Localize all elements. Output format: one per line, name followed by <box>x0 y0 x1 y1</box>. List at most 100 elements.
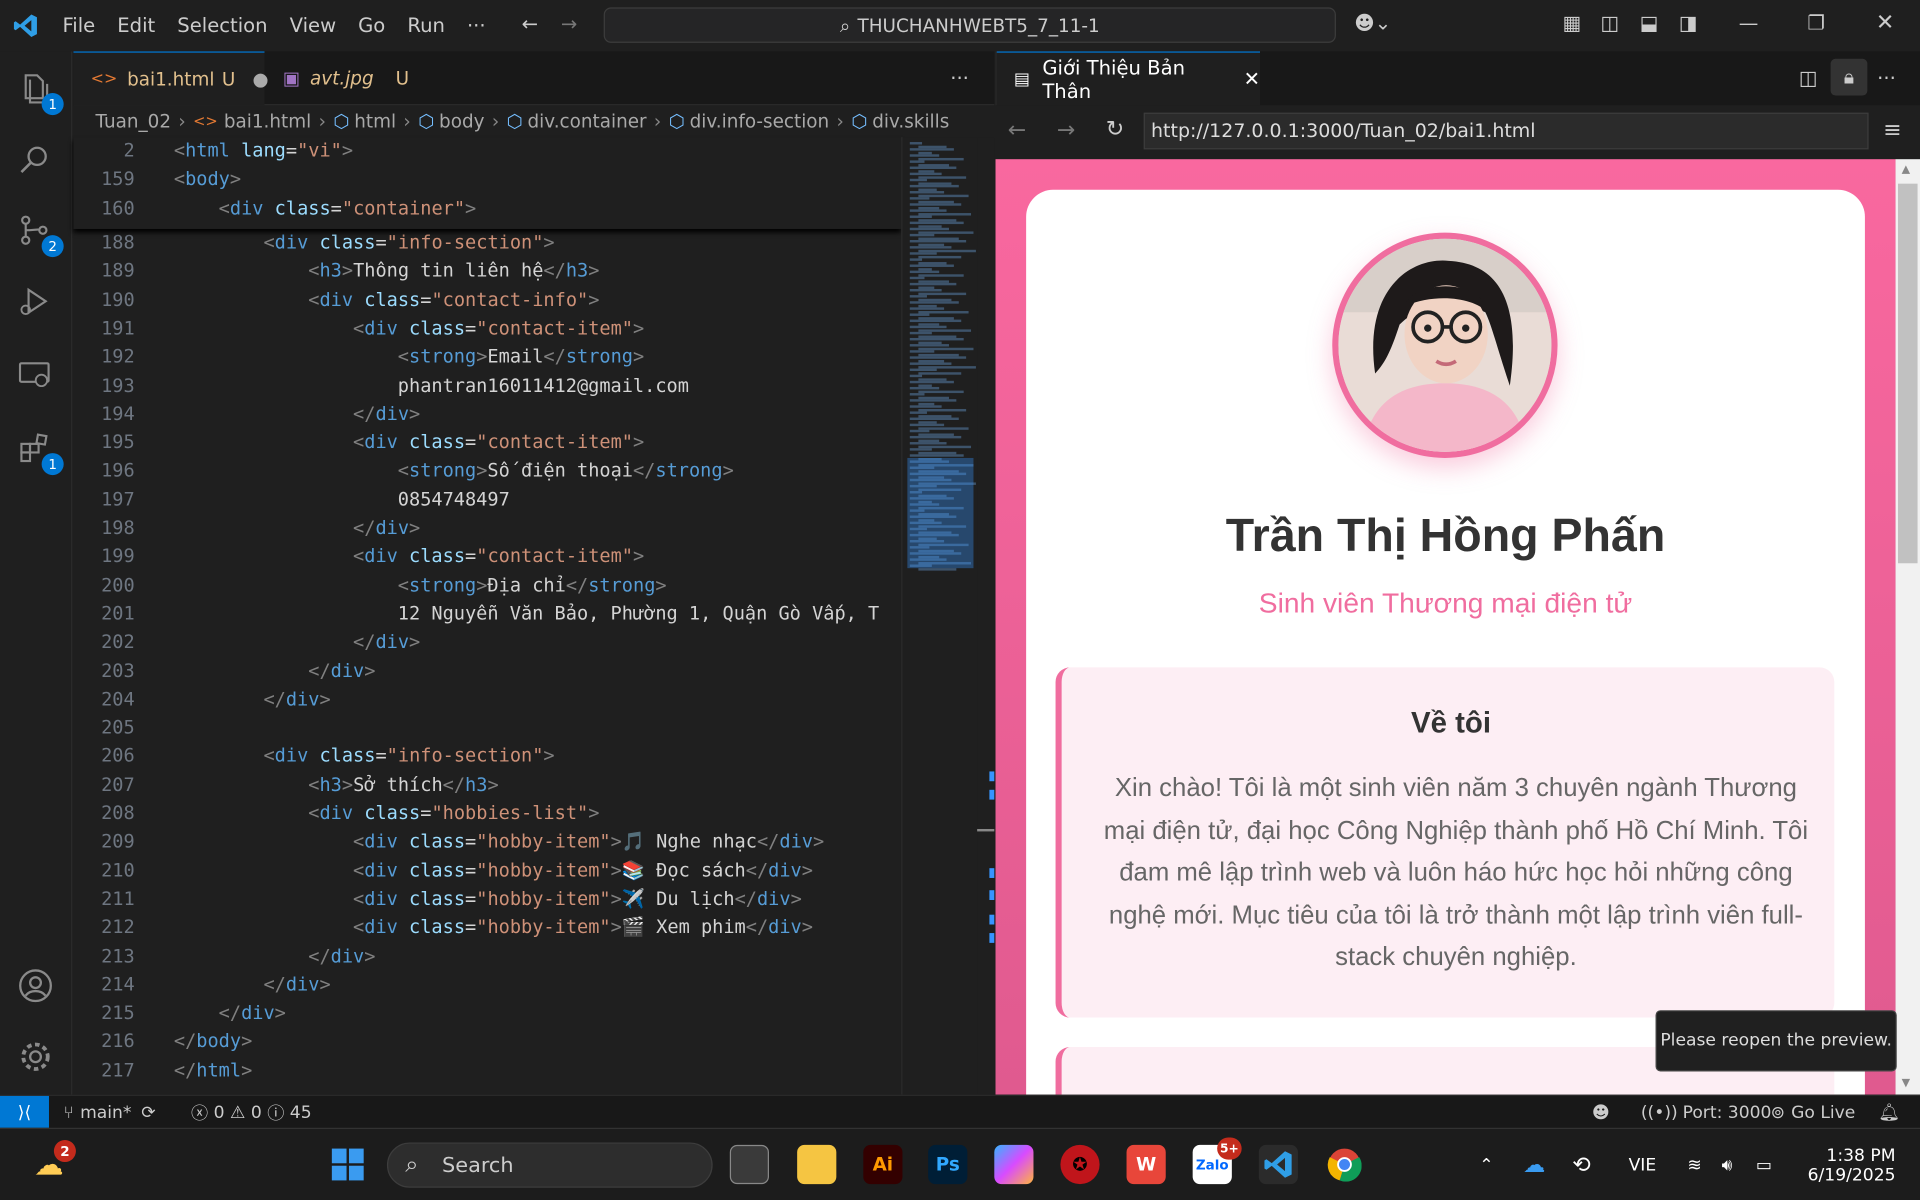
menu-go[interactable]: Go <box>347 0 396 51</box>
back-arrow-icon[interactable]: ← <box>1008 118 1026 144</box>
wps-office-icon[interactable]: W <box>1126 1144 1166 1185</box>
problems-indicator[interactable]: ⓧ 0 ⚠ 0 ⓘ 45 <box>191 1096 312 1129</box>
code-line[interactable]: 191 <div class="contact-item"> <box>73 315 901 343</box>
copilot-app-icon[interactable] <box>994 1144 1034 1185</box>
breadcrumb-item[interactable]: body <box>439 110 484 132</box>
source-control-icon[interactable]: 2 <box>17 213 64 258</box>
code-line[interactable]: 217 </html> <box>73 1056 901 1084</box>
photoshop-icon[interactable]: Ps <box>928 1144 968 1185</box>
menu-run[interactable]: Run <box>396 0 456 51</box>
code-line[interactable]: 189 <h3>Thông tin liên hệ</h3> <box>73 258 901 286</box>
menu-view[interactable]: View <box>279 0 348 51</box>
menu-file[interactable]: File <box>51 0 106 51</box>
taskbar-search[interactable]: ⌕ Search <box>386 1142 713 1188</box>
close-tab-icon[interactable]: ✕ <box>1244 67 1260 90</box>
more-actions-icon[interactable]: ··· <box>1877 66 1896 89</box>
illustrator-icon[interactable]: Ai <box>863 1144 903 1185</box>
tab-avt-jpg[interactable]: ▣ avt.jpg U <box>266 51 450 105</box>
forward-arrow-icon[interactable]: → <box>1057 118 1075 144</box>
code-line[interactable]: 214 </div> <box>73 971 901 999</box>
code-line[interactable]: 216 </body> <box>73 1028 901 1056</box>
remote-explorer-icon[interactable] <box>17 358 56 397</box>
accounts-icon[interactable] <box>17 967 56 1006</box>
settings-gear-icon[interactable] <box>17 1038 56 1077</box>
menu-edit[interactable]: Edit <box>106 0 166 51</box>
remote-indicator-icon[interactable]: ⟩⟨ <box>0 1095 49 1129</box>
preview-scrollbar[interactable]: ▲ ▼ <box>1895 159 1920 1095</box>
code-line[interactable]: 209 <div class="hobby-item">🎵 Nghe nhạc<… <box>73 828 901 856</box>
split-editor-icon[interactable]: ◫ <box>1799 66 1818 89</box>
code-line[interactable]: 212 <div class="hobby-item">🎬 Xem phim</… <box>73 914 901 942</box>
weather-icon[interactable]: ☁ 2 <box>29 1140 76 1184</box>
code-line[interactable]: 202 </div> <box>73 628 901 656</box>
code-line[interactable]: 204 </div> <box>73 685 901 713</box>
windows-start-icon[interactable] <box>328 1145 367 1184</box>
code-line[interactable]: 207 <h3>Sở thích</h3> <box>73 771 901 799</box>
minimize-icon[interactable]: — <box>1739 11 1759 34</box>
url-input[interactable]: http://127.0.0.1:3000/Tuan_02/bai1.html <box>1143 112 1869 150</box>
clock[interactable]: 1:38 PM 6/19/2025 <box>1805 1129 1896 1200</box>
wifi-icon[interactable]: ≋ <box>1687 1129 1701 1200</box>
customize-layout-icon[interactable]: ▦ <box>1562 11 1581 34</box>
branch-indicator[interactable]: ⑂ main* ⟳ <box>64 1096 156 1129</box>
onedrive-icon[interactable]: ☁ <box>1523 1129 1545 1200</box>
tab-preview[interactable]: ▤ Giới Thiệu Bản Thân ✕ <box>996 51 1261 106</box>
menu-selection[interactable]: Selection <box>166 0 278 51</box>
copilot-status-icon[interactable]: ☻ <box>1592 1096 1610 1129</box>
code-line[interactable]: 215 </div> <box>73 999 901 1027</box>
code-line[interactable]: 197 0854748497 <box>73 486 901 514</box>
tab-bai1-html[interactable]: <> bai1.html U ● <box>73 51 268 106</box>
scroll-up-icon[interactable]: ▲ <box>1902 164 1910 176</box>
minimap[interactable] <box>901 137 978 1095</box>
toggle-panel-icon[interactable]: ⬓ <box>1640 11 1659 34</box>
extensions-icon[interactable]: 1 <box>17 431 64 476</box>
code-line[interactable]: 160 <div class="container"> <box>73 194 901 222</box>
breadcrumb-item[interactable]: div.info-section <box>690 110 830 132</box>
sync-tray-icon[interactable]: ⟲ <box>1572 1129 1590 1200</box>
code-line[interactable]: 205 <box>73 714 901 742</box>
copilot-icon[interactable]: ☻⌄ <box>1354 11 1391 34</box>
toggle-sidebar-icon[interactable]: ◫ <box>1600 11 1619 34</box>
code-line[interactable]: 211 <div class="hobby-item">✈️ Du lịch</… <box>73 885 901 913</box>
sync-icon[interactable]: ⟳ <box>141 1103 155 1123</box>
code-line[interactable]: 198 </div> <box>73 514 901 542</box>
code-line[interactable]: 193 phantran16011412@gmail.com <box>73 372 901 400</box>
menu-more[interactable]: ··· <box>456 0 497 51</box>
reload-icon[interactable]: ↻ <box>1106 116 1124 142</box>
code-line[interactable]: 201 12 Nguyễn Văn Bảo, Phường 1, Quận Gò… <box>73 600 901 628</box>
search-view-icon[interactable] <box>17 142 56 181</box>
scroll-thumb[interactable] <box>1897 183 1918 564</box>
code-line[interactable]: 213 </div> <box>73 942 901 970</box>
breadcrumb-item[interactable]: div.container <box>527 110 646 132</box>
code-editor[interactable]: 188 <div class="info-section"> 189 <h3>Th… <box>73 137 902 1095</box>
code-line[interactable]: 200 <strong>Địa chỉ</strong> <box>73 571 901 599</box>
editor-scrollbar[interactable] <box>977 137 995 1095</box>
chrome-icon[interactable] <box>1325 1145 1364 1184</box>
battery-icon[interactable]: ▭ <box>1756 1129 1772 1200</box>
breadcrumb-item[interactable]: div.skills <box>872 110 949 132</box>
lock-icon[interactable]: 🔒︎ <box>1830 58 1868 96</box>
code-line[interactable]: 194 </div> <box>73 400 901 428</box>
code-line[interactable]: 2 <html lang="vi"> <box>73 137 901 165</box>
code-line[interactable]: 188 <div class="info-section"> <box>73 229 901 257</box>
sticky-scroll[interactable]: 2 <html lang="vi"> 159 <body> 160 <div class… <box>73 137 902 229</box>
task-view-icon[interactable] <box>729 1144 769 1185</box>
zalo-icon[interactable]: Zalo 5+ <box>1192 1137 1242 1185</box>
code-line[interactable]: 206 <div class="info-section"> <box>73 743 901 771</box>
code-line[interactable]: 190 <div class="contact-info"> <box>73 286 901 314</box>
breadcrumb-item[interactable]: bai1.html <box>224 110 311 132</box>
more-actions-icon[interactable]: ··· <box>950 66 969 89</box>
code-line[interactable]: 159 <body> <box>73 166 901 194</box>
code-line[interactable]: 210 <div class="hobby-item">📚 Đọc sách</… <box>73 857 901 885</box>
file-explorer-icon[interactable] <box>797 1144 837 1185</box>
notifications-bell-icon[interactable]: 🔔︎ <box>1878 1096 1900 1129</box>
toggle-secondary-sidebar-icon[interactable]: ◨ <box>1679 11 1698 34</box>
port-indicator[interactable]: ((•)) Port: 3000 <box>1641 1096 1772 1129</box>
language-indicator[interactable]: VIE <box>1629 1129 1657 1200</box>
code-line[interactable]: 208 <div class="hobbies-list"> <box>73 800 901 828</box>
code-line[interactable]: 203 </div> <box>73 657 901 685</box>
vscode-taskbar-icon[interactable] <box>1258 1144 1298 1185</box>
breadcrumb-item[interactable]: html <box>354 110 396 132</box>
forward-arrow-icon[interactable]: → <box>561 12 577 35</box>
breadcrumb-item[interactable]: Tuan_02 <box>96 110 172 132</box>
